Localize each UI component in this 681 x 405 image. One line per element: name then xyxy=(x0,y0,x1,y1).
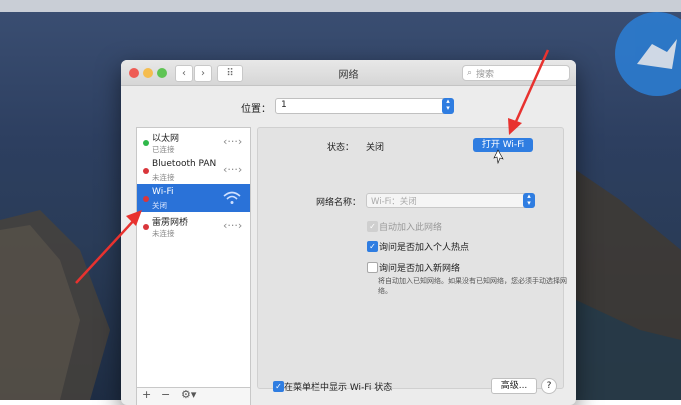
mouse-cursor-icon xyxy=(493,149,504,165)
arrowhead xyxy=(508,118,522,135)
annotation-arrows xyxy=(75,49,550,284)
arrowhead xyxy=(126,210,142,226)
